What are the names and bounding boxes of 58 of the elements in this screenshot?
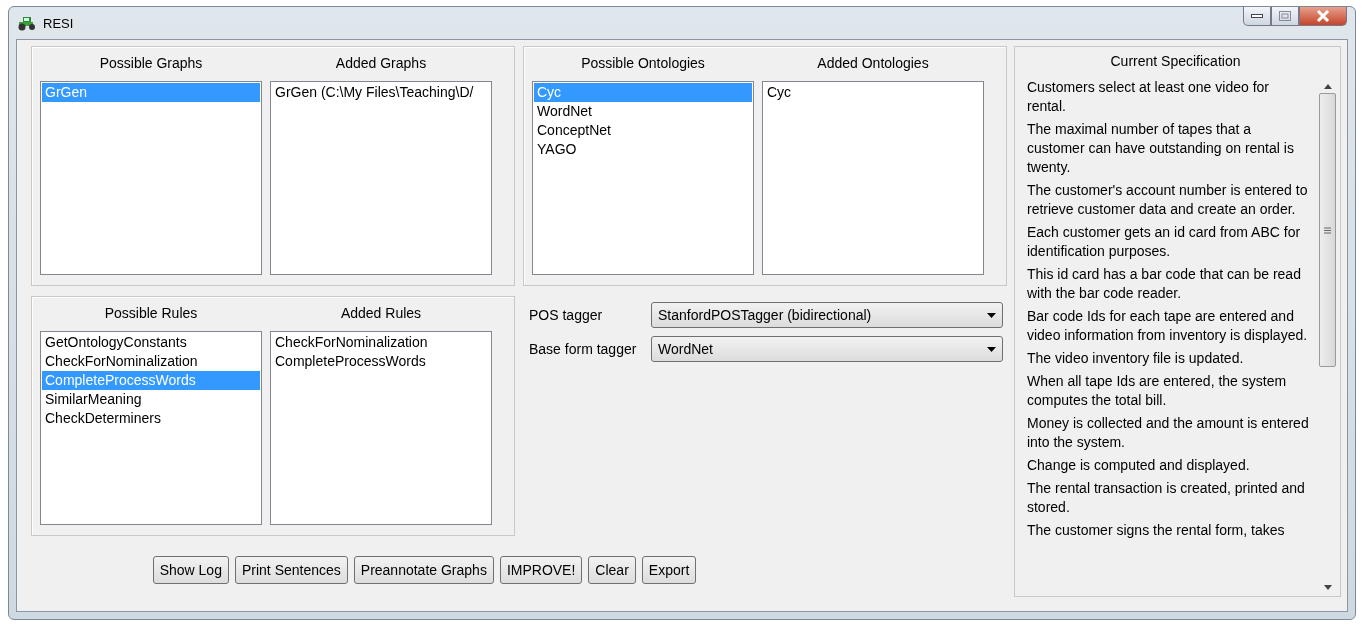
list-item[interactable]: YAGO [534,139,752,159]
dropdown[interactable]: WordNet [651,336,1003,362]
list-heading: Added Rules [339,305,423,323]
field-label: POS tagger [529,307,604,323]
list-item[interactable]: CompleteProcessWords [272,351,490,371]
panel-title: Current Specification [1109,53,1242,71]
sentence: The rental transaction is created, printed and stored. [1026,479,1306,517]
sentence: The maximal number of tapes that a customer can have outstanding on rental is twenty. [1026,120,1295,177]
action-button[interactable]: Clear [588,556,636,584]
grip-icon [1324,226,1331,234]
list-item[interactable]: WordNet [534,101,752,121]
sentence: The customer signs the rental form, takes [1026,521,1286,540]
action-button[interactable]: IMPROVE! [499,556,583,584]
down-arrow-icon[interactable] [1323,585,1332,590]
sentence: Each customer gets an id card from ABC for identification purposes. [1026,223,1302,261]
maximize-icon [1279,11,1291,21]
list-box[interactable]: Cyc WordNet ConceptNet YAGO [532,80,754,275]
close-button[interactable] [1299,7,1347,26]
sentence: The video inventory file is updated. [1026,349,1245,368]
list-item[interactable]: CheckDeterminers [42,408,260,428]
list-item[interactable]: GrGen (C:\My Files\Teaching\D/ [272,82,490,102]
list-item[interactable]: CheckForNominalization [272,332,490,352]
up-arrow-icon[interactable] [1323,84,1332,89]
maximize-button[interactable] [1271,7,1299,26]
action-button[interactable]: Export [641,556,697,584]
sentence: This id card has a bar code that can be read with the bar code reader. [1026,265,1302,303]
sentence: When all tape Ids are entered, the system computes the total bill. [1026,372,1288,410]
tractor-icon [17,15,37,31]
list-box[interactable]: GrGen (C:\My Files\Teaching\D/ [270,80,492,275]
close-icon [1316,10,1330,22]
dropdown[interactable]: StanfordPOSTagger (bidirectional) [651,302,1003,328]
list-item[interactable]: Cyc [764,82,982,102]
action-button[interactable]: Preannotate Graphs [353,556,494,584]
list-box[interactable]: Cyc [762,80,984,275]
list-heading: Possible Rules [103,305,199,323]
minimize-icon [1251,13,1263,19]
list-item[interactable]: SimilarMeaning [42,389,260,409]
sentence: Change is computed and displayed. [1026,456,1251,475]
list-heading: Added Ontologies [816,55,930,73]
action-button[interactable]: Print Sentences [234,556,348,584]
list-box[interactable]: CheckForNominalization CompleteProcessWords [270,330,492,525]
list-heading: Possible Ontologies [580,55,706,73]
list-item[interactable]: GetOntologyConstants [42,332,260,352]
list-box[interactable]: GetOntologyConstants CheckForNominalization CompleteProcessWords SimilarMeaning CheckDeterminers [40,330,262,525]
minimize-button[interactable] [1243,7,1271,26]
field-label: Base form tagger [529,341,638,357]
list-item[interactable]: ConceptNet [534,120,752,140]
window-title: RESI [43,15,74,31]
action-button[interactable]: Show Log [152,556,229,584]
sentence: The customer's account number is entered to retrieve customer data and create an order. [1026,181,1309,219]
caret-icon [987,312,996,318]
list-heading: Added Graphs [334,55,428,73]
list-item[interactable]: CheckForNominalization [42,351,260,371]
sentence: Bar code Ids for each tape are entered and video information from inventory is displayed. [1026,307,1309,345]
sentence: Customers select at least one video for rental. [1026,78,1270,116]
sentence: Money is collected and the amount is entered into the system. [1026,414,1309,452]
caret-icon [987,346,996,352]
list-heading: Possible Graphs [98,55,204,73]
